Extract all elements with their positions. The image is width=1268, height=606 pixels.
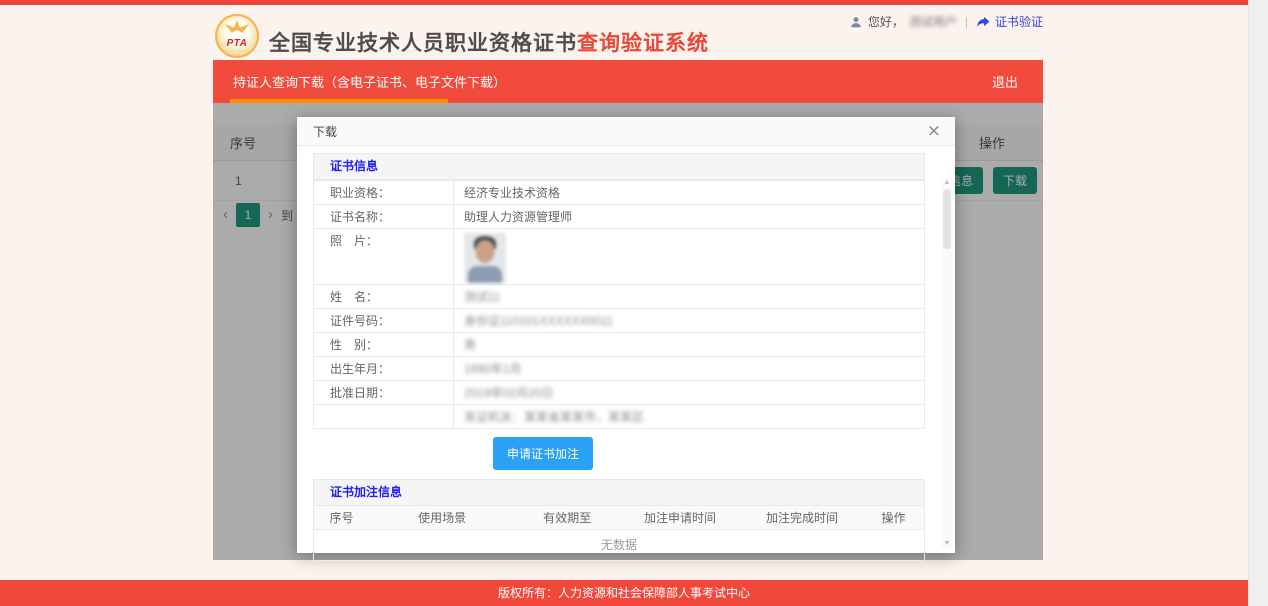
- info-label: 出生年月：: [314, 357, 454, 380]
- info-value-redacted: 发证机关：某某省某某市，某某区: [464, 410, 645, 424]
- modal-scrollbar[interactable]: ▲ ▼: [941, 177, 953, 549]
- main-navbar: 持证人查询下载（含电子证书、电子文件下载） 退出: [213, 60, 1043, 103]
- user-info-bar: 您好， 测试用户 | 证书验证: [849, 13, 1043, 30]
- no-data-text: 无数据: [600, 538, 637, 552]
- info-value-redacted: 测试11: [464, 290, 501, 304]
- ann-col-seq: 序号: [329, 511, 354, 525]
- photo-cell: [454, 229, 924, 284]
- info-label: 证书名称：: [314, 205, 454, 228]
- modal-title: 下载: [313, 124, 338, 139]
- certificate-verify-label: 证书验证: [994, 15, 1043, 29]
- scroll-thumb[interactable]: [943, 189, 951, 249]
- photo-torso: [468, 266, 502, 283]
- site-header: PTA 全国专业技术人员职业资格证书查询验证系统 您好， 测试用户 | 证书验证: [213, 5, 1043, 60]
- copyright-text: 版权所有：人力资源和社会保障部人事考试中心: [497, 586, 750, 600]
- certificate-verify-link[interactable]: 证书验证: [976, 13, 1043, 30]
- info-label: 证件号码：: [314, 309, 454, 332]
- info-row-id-number: 证件号码： 身份证110101XXXXXX0011: [314, 308, 924, 332]
- annotation-table-header: 序号 使用场景 有效期至 加注申请时间 加注完成时间 操作: [314, 506, 924, 530]
- user-icon: [850, 16, 861, 27]
- username-redacted: 测试用户: [908, 15, 957, 29]
- photo-head: [475, 240, 495, 263]
- page-title-accent: 查询验证系统: [577, 32, 709, 55]
- info-label: 职业资格：: [314, 181, 454, 204]
- logo-text: PTA: [226, 38, 248, 49]
- close-icon[interactable]: ×: [927, 122, 941, 140]
- browser-scrollbar[interactable]: [1248, 0, 1268, 606]
- info-label: 批准日期：: [314, 381, 454, 404]
- scroll-down-icon[interactable]: ▼: [944, 538, 951, 549]
- share-arrow-icon: [977, 16, 990, 27]
- ann-col-finish-time: 加注完成时间: [765, 511, 838, 525]
- page-title-main: 全国专业技术人员职业资格证书: [269, 32, 577, 55]
- info-row-birth-date: 出生年月： 1990年1月: [314, 356, 924, 380]
- header-divider: |: [964, 14, 968, 29]
- download-modal: 下载 × 证书信息 职业资格： 经济专业技术资格 证书名称： 助理人力资源管理师…: [297, 117, 955, 561]
- ann-col-scene: 使用场景: [418, 511, 467, 525]
- info-row-cert-name: 证书名称： 助理人力资源管理师: [314, 204, 924, 228]
- page-title: 全国专业技术人员职业资格证书查询验证系统: [269, 27, 709, 57]
- ann-col-valid-until: 有效期至: [543, 511, 592, 525]
- certificate-info-title: 证书信息: [314, 154, 924, 180]
- info-row-gender: 性 别： 男: [314, 332, 924, 356]
- info-row-photo: 照 片：: [314, 228, 924, 284]
- apply-annotation-button[interactable]: 申请证书加注: [493, 437, 594, 470]
- pta-logo-icon: PTA: [215, 14, 259, 58]
- info-row-approval-date: 批准日期： 2019年02月20日: [314, 380, 924, 404]
- modal-header: 下载 ×: [297, 117, 955, 146]
- info-label: 照 片：: [314, 229, 454, 284]
- info-label: 性 别：: [314, 333, 454, 356]
- info-row-name: 姓 名： 测试11: [314, 284, 924, 308]
- greeting-label: 您好，: [867, 15, 904, 29]
- tab-holder-query-download[interactable]: 持证人查询下载（含电子证书、电子文件下载）: [233, 60, 506, 103]
- certificate-info-section: 证书信息 职业资格： 经济专业技术资格 证书名称： 助理人力资源管理师 照 片：: [313, 153, 925, 429]
- logo-flame-shape: [225, 20, 249, 33]
- footer: 版权所有：人力资源和社会保障部人事考试中心: [0, 580, 1248, 606]
- info-value-redacted: 身份证110101XXXXXX0011: [464, 314, 613, 328]
- ann-col-apply-time: 加注申请时间: [643, 511, 716, 525]
- annotation-info-title: 证书加注信息: [314, 480, 924, 506]
- modal-body: 证书信息 职业资格： 经济专业技术资格 证书名称： 助理人力资源管理师 照 片：: [297, 146, 955, 561]
- info-label: 姓 名：: [314, 285, 454, 308]
- info-value-redacted: 2019年02月20日: [464, 386, 554, 400]
- info-value: 经济专业技术资格: [464, 186, 561, 200]
- info-row-qualification: 职业资格： 经济专业技术资格: [314, 180, 924, 204]
- scroll-up-icon[interactable]: ▲: [944, 177, 951, 188]
- logout-button[interactable]: 退出: [992, 72, 1018, 91]
- info-value-redacted: 1990年1月: [464, 362, 522, 376]
- certificate-photo: [464, 233, 506, 283]
- ann-col-action: 操作: [881, 511, 906, 525]
- info-label: [314, 405, 454, 428]
- page-container: PTA 全国专业技术人员职业资格证书查询验证系统 您好， 测试用户 | 证书验证…: [213, 5, 1043, 560]
- tab-label: 持证人查询下载（含电子证书、电子文件下载）: [233, 75, 507, 90]
- annotation-info-section: 证书加注信息 序号 使用场景 有效期至 加注申请时间 加注完成时间 操作 无数据: [313, 479, 925, 561]
- info-value: 助理人力资源管理师: [464, 210, 573, 224]
- info-value-redacted: 男: [464, 338, 477, 352]
- info-row-issuer: 发证机关：某某省某某市，某某区: [314, 404, 924, 428]
